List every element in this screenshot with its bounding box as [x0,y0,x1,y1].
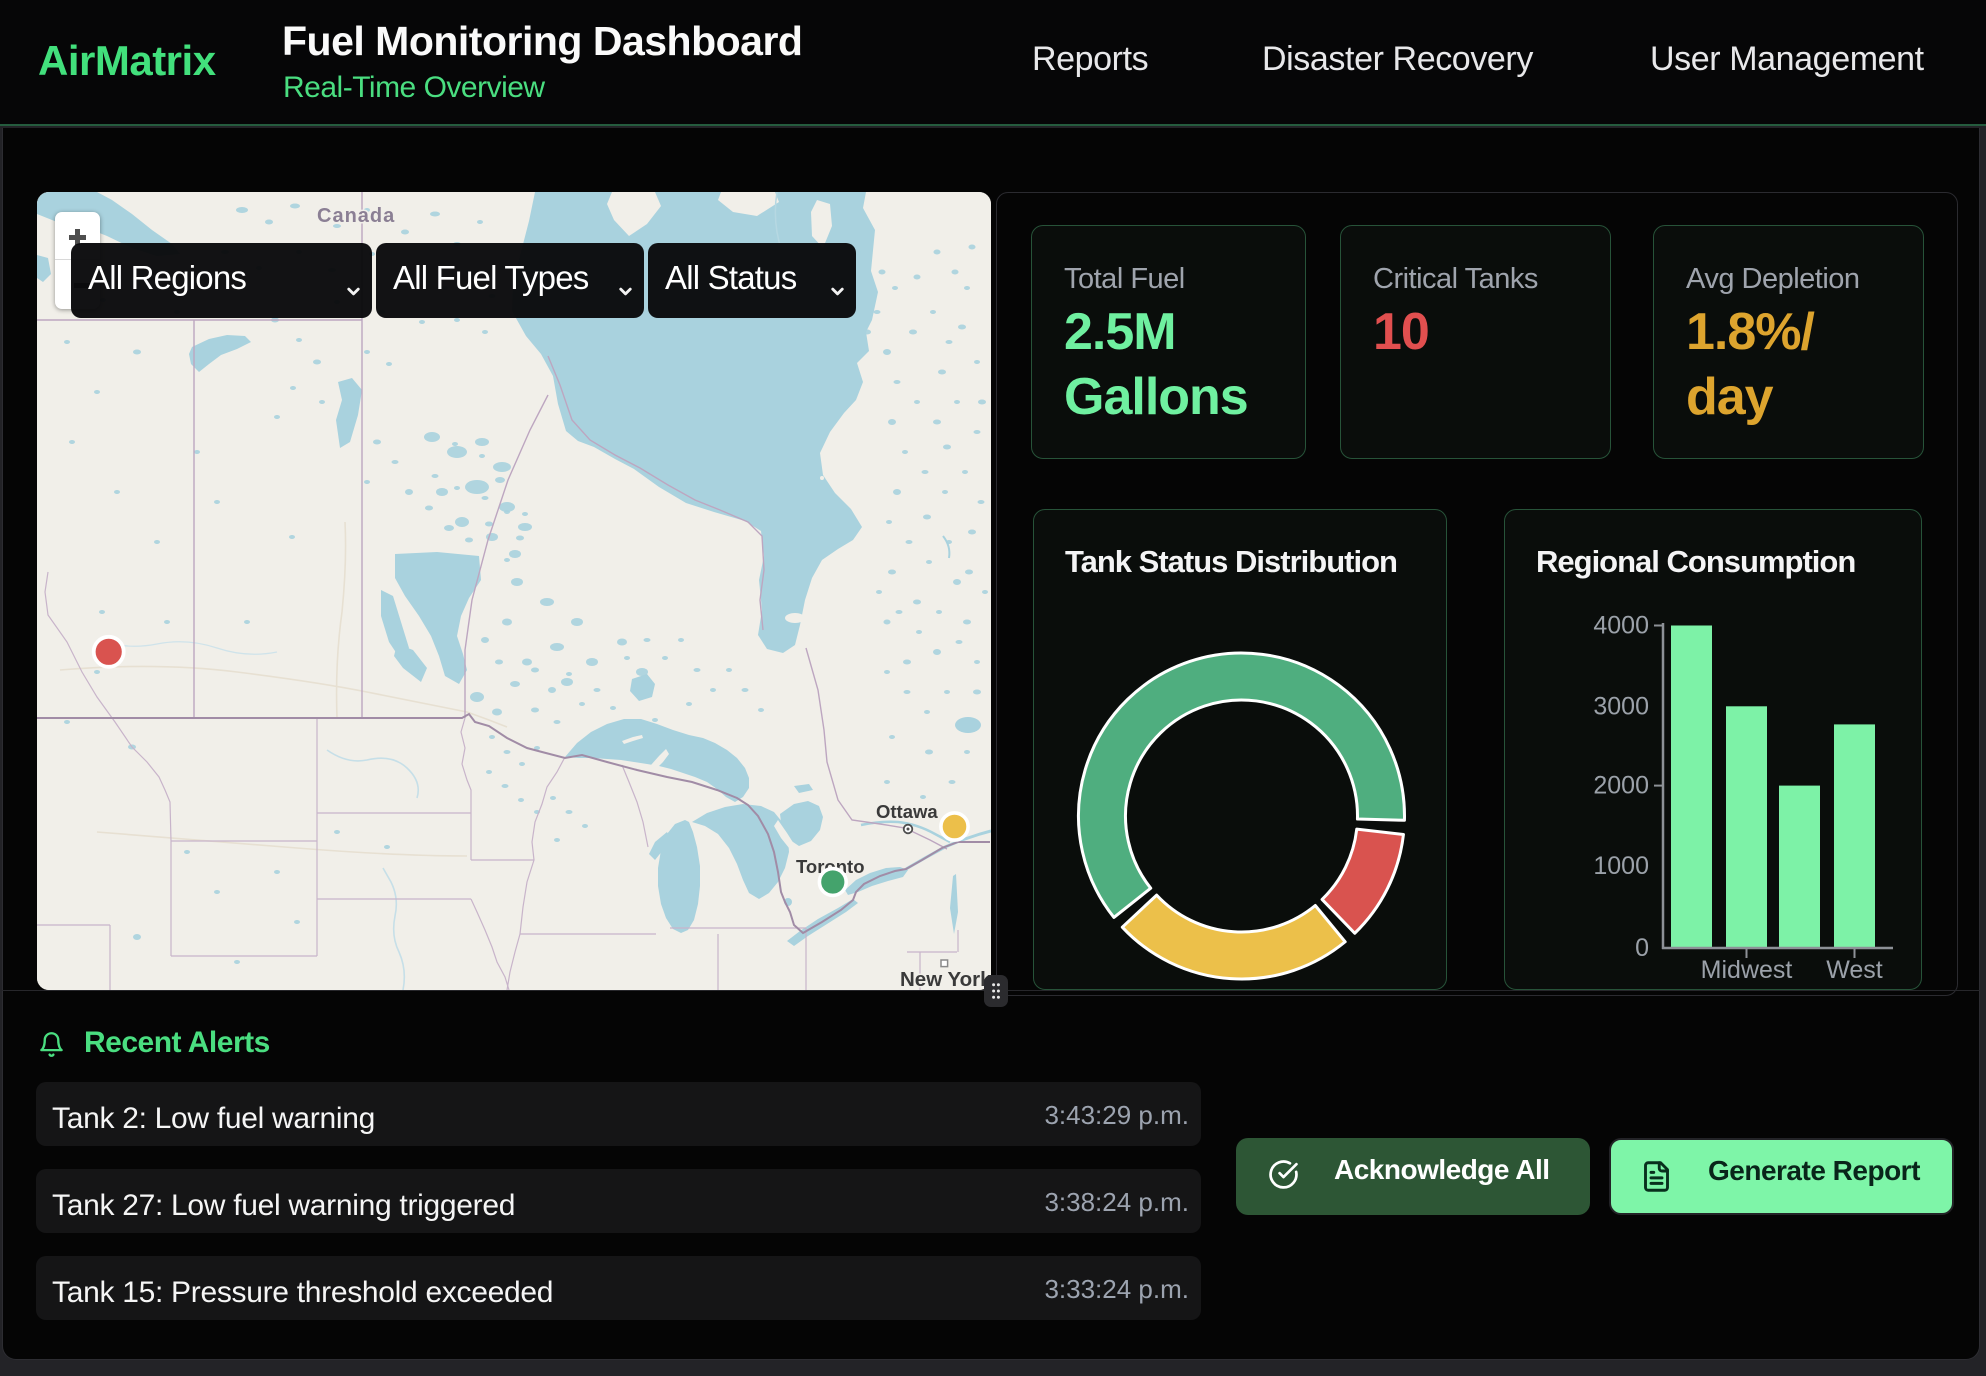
svg-text:1000: 1000 [1593,852,1649,880]
svg-text:New York: New York [900,968,991,990]
svg-text:West: West [1826,956,1883,984]
svg-text:0: 0 [1635,934,1649,962]
svg-text:2000: 2000 [1593,772,1649,800]
svg-text:Canada: Canada [317,205,395,227]
svg-text:3000: 3000 [1593,692,1649,720]
svg-text:Ottawa: Ottawa [876,801,938,822]
svg-text:Midwest: Midwest [1701,956,1793,984]
svg-text:4000: 4000 [1593,612,1649,640]
